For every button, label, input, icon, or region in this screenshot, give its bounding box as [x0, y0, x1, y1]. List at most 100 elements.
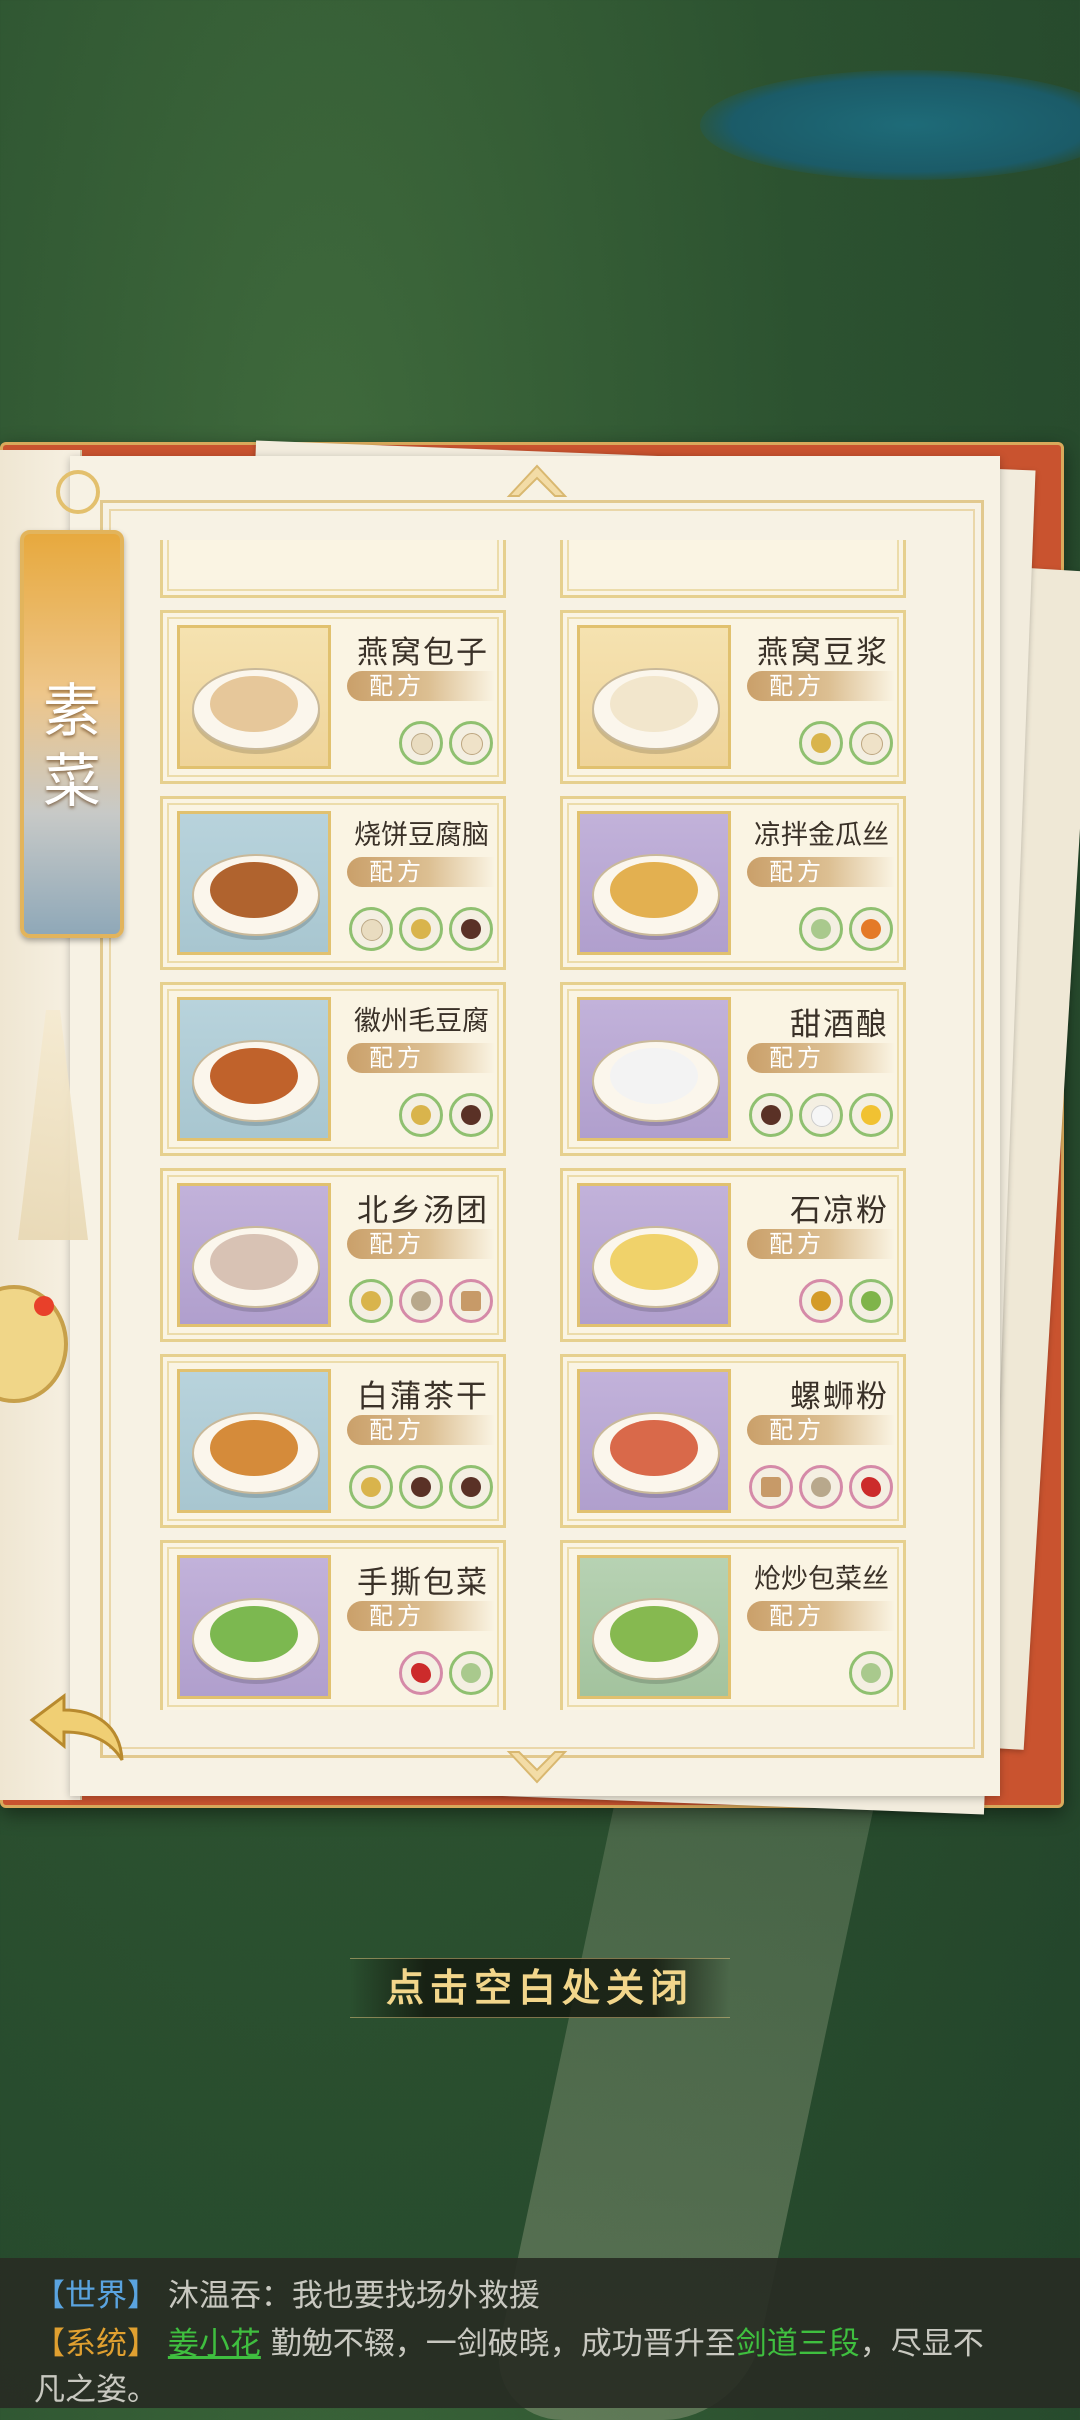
dish-name: 甜酒酿	[790, 1007, 889, 1043]
grain-ingredient-icon[interactable]	[349, 1279, 393, 1323]
pea-ingredient-icon[interactable]	[849, 1279, 893, 1323]
lake	[700, 70, 1080, 180]
recipe-tag: 配方	[347, 671, 495, 701]
recipe-card[interactable]: 甜酒酿 配方	[560, 982, 906, 1156]
rank-highlight: 剑道三段	[735, 2326, 860, 2362]
ingredient-list	[349, 1279, 493, 1323]
recipe-card[interactable]: 北乡汤团 配方	[160, 1168, 506, 1342]
recipe-tag-label: 配方	[769, 1416, 825, 1444]
jar-ingredient-icon[interactable]	[399, 1465, 443, 1509]
dish-food	[610, 862, 698, 918]
dish-name: 徽州毛豆腐	[354, 1006, 489, 1037]
dish-food	[210, 1420, 298, 1476]
dish-name: 石凉粉	[790, 1193, 889, 1229]
dish-food	[610, 1420, 698, 1476]
recipe-card-partial[interactable]	[160, 540, 506, 598]
bun-ingredient-icon[interactable]	[349, 907, 393, 951]
dish-image	[577, 1555, 731, 1699]
stick-ingredient-icon[interactable]	[749, 1465, 793, 1509]
chili-ingredient-icon[interactable]	[399, 1651, 443, 1695]
chat-line: 【系统】 姜小花 勤勉不辍，一剑破晓，成功晋升至剑道三段，尽显不	[34, 2318, 984, 2363]
recipe-card[interactable]: 燕窝包子 配方	[160, 610, 506, 784]
chili-ingredient-icon[interactable]	[849, 1465, 893, 1509]
chat-channel-world[interactable]: 【世界】	[34, 2278, 158, 2314]
chat-line: 【世界】 沐温吞：我也要找场外救援	[34, 2270, 540, 2315]
egg-ingredient-icon[interactable]	[799, 1093, 843, 1137]
dish-name: 烧饼豆腐脑	[354, 820, 489, 851]
chat-panel[interactable]: 【世界】 沐温吞：我也要找场外救援 【系统】 姜小花 勤勉不辍，一剑破晓，成功晋…	[0, 2258, 1080, 2408]
dish-food	[610, 1234, 698, 1290]
dish-food	[210, 1234, 298, 1290]
recipe-card-partial[interactable]	[560, 540, 906, 598]
recipe-card[interactable]: 燕窝豆浆 配方	[560, 610, 906, 784]
recipe-tag: 配方	[347, 857, 495, 887]
recipe-grid[interactable]: 燕窝包子 配方 燕窝豆浆 配方 烧饼豆腐脑 配方 凉拌金瓜丝 配方 徽州毛豆腐 配方 甜酒酿 配方 北乡…	[160, 540, 910, 1710]
recipe-tag-label: 配方	[369, 1416, 425, 1444]
pumpkin-ingredient-icon[interactable]	[849, 907, 893, 951]
recipe-tag: 配方	[347, 1229, 495, 1259]
seasoning-ingredient-icon[interactable]	[799, 1279, 843, 1323]
dish-food	[210, 862, 298, 918]
scroll-up-icon[interactable]	[505, 460, 569, 500]
stick-ingredient-icon[interactable]	[449, 1279, 493, 1323]
dish-image	[577, 811, 731, 955]
recipe-tag: 配方	[347, 1415, 495, 1445]
recipe-card[interactable]: 白蒲茶干 配方	[160, 1354, 506, 1528]
jar-ingredient-icon[interactable]	[449, 1465, 493, 1509]
jar-ingredient-icon[interactable]	[749, 1093, 793, 1137]
dumpling-ingredient-icon[interactable]	[849, 721, 893, 765]
dish-image	[177, 811, 331, 955]
back-arrow-icon[interactable]	[24, 1690, 128, 1766]
jar-ingredient-icon[interactable]	[449, 907, 493, 951]
ingredient-list	[799, 1279, 893, 1323]
dish-name: 炝炒包菜丝	[754, 1564, 889, 1595]
recipe-tag-label: 配方	[769, 1044, 825, 1072]
bowl-ingredient-icon[interactable]	[799, 1465, 843, 1509]
grain-ingredient-icon[interactable]	[399, 1093, 443, 1137]
recipe-tag: 配方	[347, 1601, 495, 1631]
dish-image	[577, 625, 731, 769]
dish-image	[177, 1555, 331, 1699]
recipe-card[interactable]: 凉拌金瓜丝 配方	[560, 796, 906, 970]
recipe-card[interactable]: 石凉粉 配方	[560, 1168, 906, 1342]
recipe-card[interactable]: 螺蛳粉 配方	[560, 1354, 906, 1528]
ingredient-list	[399, 721, 493, 765]
notification-dot	[34, 1296, 54, 1316]
ingredient-list	[749, 1465, 893, 1509]
veg-ingredient-icon[interactable]	[849, 1651, 893, 1695]
grain-ingredient-icon[interactable]	[349, 1465, 393, 1509]
recipe-card[interactable]: 炝炒包菜丝 配方	[560, 1540, 906, 1710]
recipe-tag-label: 配方	[369, 1230, 425, 1258]
recipe-card[interactable]: 徽州毛豆腐 配方	[160, 982, 506, 1156]
veg-ingredient-icon[interactable]	[449, 1651, 493, 1695]
dish-image	[577, 1183, 731, 1327]
jar-ingredient-icon[interactable]	[449, 1093, 493, 1137]
category-tab-vegetable[interactable]: 素 菜	[20, 530, 124, 938]
grain-ingredient-icon[interactable]	[799, 721, 843, 765]
recipe-tag-label: 配方	[769, 672, 825, 700]
dumpling-ingredient-icon[interactable]	[449, 721, 493, 765]
ingredient-list	[799, 907, 893, 951]
category-tab-label: 菜	[42, 747, 101, 815]
grain-ingredient-icon[interactable]	[399, 907, 443, 951]
dish-food	[210, 1606, 298, 1662]
bowl-ingredient-icon[interactable]	[399, 1279, 443, 1323]
dish-food	[610, 1606, 698, 1662]
bun-ingredient-icon[interactable]	[399, 721, 443, 765]
recipe-tag: 配方	[747, 857, 895, 887]
ingredient-list	[349, 1465, 493, 1509]
ingredient-list	[399, 1651, 493, 1695]
ingredient-list	[799, 721, 893, 765]
tab-ring	[56, 470, 100, 514]
recipe-card[interactable]: 手撕包菜 配方	[160, 1540, 506, 1710]
chat-channel-system[interactable]: 【系统】	[34, 2326, 158, 2362]
scroll-down-icon[interactable]	[505, 1748, 569, 1788]
recipe-tag-label: 配方	[369, 1602, 425, 1630]
flower-ingredient-icon[interactable]	[849, 1093, 893, 1137]
ingredient-list	[849, 1651, 893, 1695]
recipe-card[interactable]: 烧饼豆腐脑 配方	[160, 796, 506, 970]
player-name-link[interactable]: 姜小花	[168, 2326, 261, 2362]
veg-ingredient-icon[interactable]	[799, 907, 843, 951]
dish-name: 螺蛳粉	[790, 1379, 889, 1415]
chat-message: 凡之姿。	[34, 2372, 158, 2408]
